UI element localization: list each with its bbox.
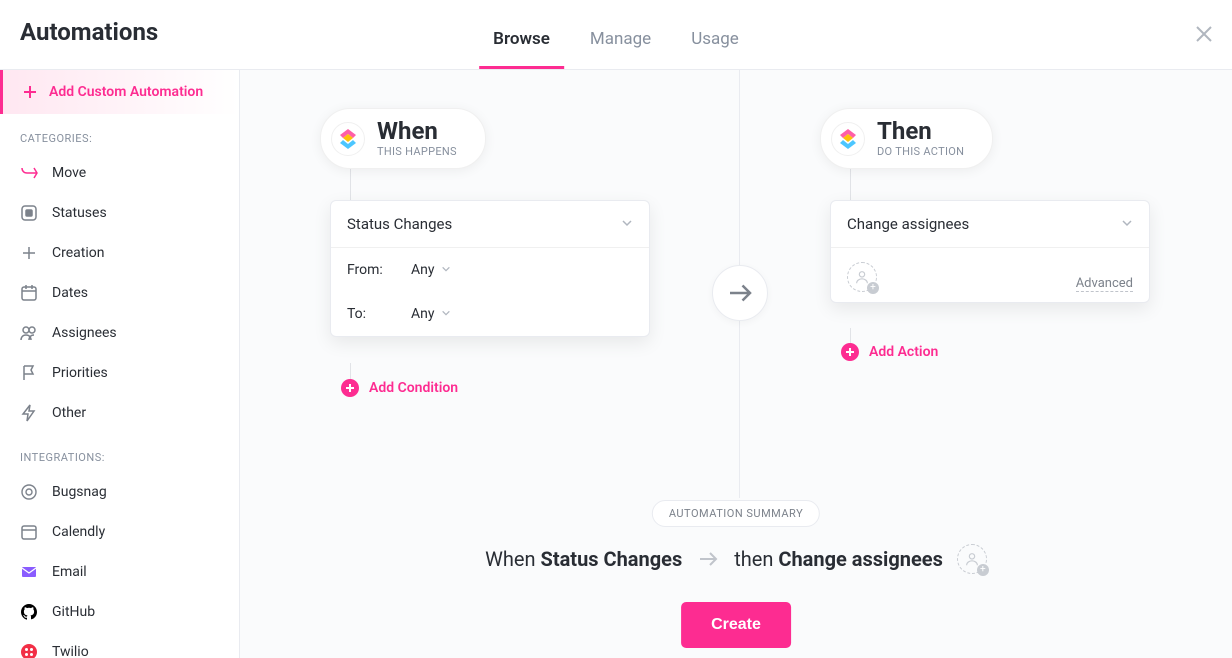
github-icon — [20, 603, 38, 621]
sidebar-item-dates[interactable]: Dates — [0, 273, 239, 313]
sidebar-item-calendly[interactable]: Calendly — [0, 512, 239, 552]
to-value: Any — [411, 306, 435, 322]
plus-icon — [23, 85, 37, 99]
then-panel: Change assignees + Advanced — [830, 200, 1150, 303]
action-select[interactable]: Change assignees — [831, 201, 1149, 248]
chevron-down-icon — [1121, 215, 1133, 233]
flow-arrow — [712, 265, 768, 321]
arrow-icon — [696, 547, 720, 571]
page-title: Automations — [20, 18, 158, 46]
integrations-heading: INTEGRATIONS: — [0, 433, 239, 472]
from-select[interactable]: Any — [411, 262, 451, 278]
when-title: When — [377, 119, 457, 143]
summary-assignee-picker[interactable]: + — [957, 544, 987, 574]
sidebar-item-bugsnag[interactable]: Bugsnag — [0, 472, 239, 512]
tab-usage[interactable]: Usage — [685, 17, 745, 69]
then-subtitle: DO THIS ACTION — [877, 145, 964, 158]
item-label: Email — [52, 564, 87, 580]
advanced-link[interactable]: Advanced — [1076, 276, 1133, 292]
calendar-icon — [20, 284, 38, 302]
plus-circle-icon — [841, 343, 859, 361]
then-header: Then DO THIS ACTION — [820, 108, 993, 169]
add-custom-automation-button[interactable]: Add Custom Automation — [0, 70, 239, 114]
item-label: Other — [52, 405, 86, 421]
calendly-icon — [20, 523, 38, 541]
item-label: Calendly — [52, 524, 105, 540]
summary-line: When Status Changes then Change assignee… — [240, 544, 1232, 574]
from-label: From: — [347, 262, 393, 278]
to-select[interactable]: Any — [411, 306, 451, 322]
when-header: When THIS HAPPENS — [320, 108, 486, 169]
sidebar-item-creation[interactable]: Creation — [0, 233, 239, 273]
chevron-down-icon — [441, 262, 451, 278]
item-label: Twilio — [52, 644, 89, 658]
trigger-value: Status Changes — [347, 215, 452, 233]
summary-when-value: Status Changes — [541, 547, 683, 571]
item-label: Dates — [52, 285, 88, 301]
when-subtitle: THIS HAPPENS — [377, 145, 457, 158]
add-action-label: Add Action — [869, 344, 938, 360]
add-action-button[interactable]: Add Action — [841, 343, 938, 361]
item-label: Bugsnag — [52, 484, 107, 500]
item-label: Statuses — [52, 205, 107, 221]
summary-when-prefix: When — [485, 547, 540, 571]
sidebar-item-priorities[interactable]: Priorities — [0, 353, 239, 393]
trigger-select[interactable]: Status Changes — [331, 201, 649, 248]
add-custom-label: Add Custom Automation — [49, 84, 203, 100]
plus-icon: + — [867, 282, 879, 294]
email-icon — [20, 563, 38, 581]
assignee-picker[interactable]: + — [847, 262, 877, 292]
twilio-icon — [20, 643, 38, 658]
clickup-logo-icon — [831, 122, 865, 156]
categories-heading: CATEGORIES: — [0, 114, 239, 153]
sidebar: Add Custom Automation CATEGORIES: Move S… — [0, 70, 240, 658]
plus-icon: + — [977, 564, 989, 576]
bugsnag-icon — [20, 483, 38, 501]
status-icon — [20, 204, 38, 222]
tab-manage[interactable]: Manage — [584, 17, 657, 69]
then-title: Then — [877, 119, 964, 143]
summary-then-prefix: then — [734, 547, 778, 571]
item-label: Priorities — [52, 365, 108, 381]
summary-badge: AUTOMATION SUMMARY — [652, 500, 820, 527]
item-label: Move — [52, 165, 86, 181]
creation-icon — [20, 244, 38, 262]
action-value: Change assignees — [847, 215, 969, 233]
chevron-down-icon — [621, 215, 633, 233]
sidebar-item-assignees[interactable]: Assignees — [0, 313, 239, 353]
sidebar-item-twilio[interactable]: Twilio — [0, 632, 239, 658]
item-label: GitHub — [52, 604, 95, 620]
tab-browse[interactable]: Browse — [487, 17, 556, 69]
sidebar-item-email[interactable]: Email — [0, 552, 239, 592]
summary-then-value: Change assignees — [778, 547, 942, 571]
plus-circle-icon — [341, 379, 359, 397]
when-panel: Status Changes From: Any To: Any — [330, 200, 650, 337]
from-value: Any — [411, 262, 435, 278]
create-button[interactable]: Create — [681, 602, 791, 648]
sidebar-item-statuses[interactable]: Statuses — [0, 193, 239, 233]
close-icon[interactable] — [1192, 22, 1216, 46]
sidebar-item-other[interactable]: Other — [0, 393, 239, 433]
to-label: To: — [347, 306, 393, 322]
add-condition-button[interactable]: Add Condition — [341, 379, 458, 397]
main-canvas: When THIS HAPPENS Status Changes From: A… — [240, 70, 1232, 658]
flag-icon — [20, 364, 38, 382]
clickup-logo-icon — [331, 122, 365, 156]
assignees-icon — [20, 324, 38, 342]
sidebar-item-github[interactable]: GitHub — [0, 592, 239, 632]
lightning-icon — [20, 404, 38, 422]
move-icon — [20, 164, 38, 182]
sidebar-item-move[interactable]: Move — [0, 153, 239, 193]
item-label: Creation — [52, 245, 104, 261]
add-condition-label: Add Condition — [369, 380, 458, 396]
item-label: Assignees — [52, 325, 117, 341]
chevron-down-icon — [441, 306, 451, 322]
